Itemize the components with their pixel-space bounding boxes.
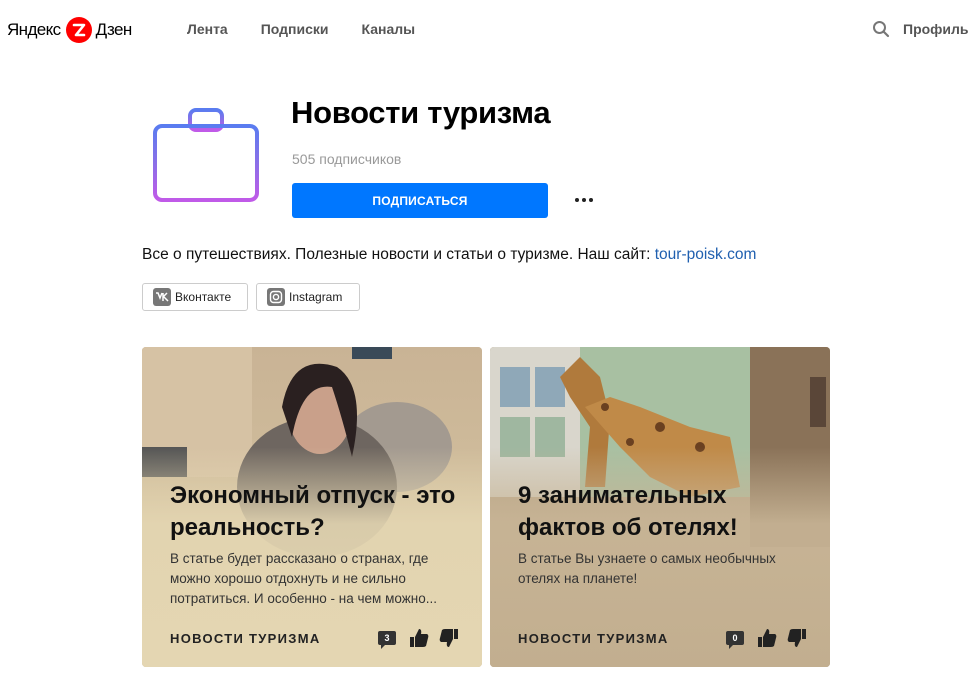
- logo-dzen-text: Дзен: [95, 20, 133, 39]
- comments-icon[interactable]: 3: [378, 631, 396, 649]
- nav-item-channels[interactable]: Каналы: [362, 21, 416, 37]
- dislike-icon[interactable]: [786, 627, 808, 649]
- briefcase-icon: [149, 106, 263, 206]
- vk-label: Вконтакте: [175, 290, 232, 304]
- instagram-icon: [267, 288, 285, 306]
- article-title: Экономный отпуск - это реальность?: [170, 482, 456, 541]
- logo-yandex-text: Яндекс: [7, 20, 61, 39]
- article-snippet: В статье Вы узнаете о самых необычных от…: [518, 551, 776, 586]
- article-card[interactable]: Экономный отпуск - это реальность? В ста…: [142, 347, 482, 667]
- subscribe-button[interactable]: ПОДПИСАТЬСЯ: [292, 183, 548, 218]
- like-icon[interactable]: [756, 627, 778, 649]
- more-options-icon[interactable]: [572, 190, 596, 210]
- vk-button[interactable]: Вконтакте: [142, 283, 248, 311]
- profile-link[interactable]: Профиль: [903, 21, 969, 37]
- website-link[interactable]: tour-poisk.com: [655, 246, 757, 263]
- instagram-button[interactable]: Instagram: [256, 283, 360, 311]
- article-snippet: В статье будет рассказано о странах, где…: [170, 551, 437, 606]
- article-actions: 3: [378, 627, 460, 649]
- dot: [582, 198, 586, 202]
- nav-item-subscriptions[interactable]: Подписки: [261, 21, 329, 37]
- article-source: НОВОСТИ ТУРИЗМА: [518, 631, 669, 646]
- article-actions: 0: [726, 627, 808, 649]
- description-text: Все о путешествиях. Полезные новости и с…: [142, 246, 655, 263]
- top-bar: Яндекс Дзен Лента Подписки Каналы Профил…: [0, 0, 974, 60]
- main-nav: Лента Подписки Каналы: [187, 21, 448, 37]
- channel-title: Новости туризма: [291, 95, 551, 130]
- yandex-zen-logo[interactable]: Яндекс Дзен: [7, 17, 132, 43]
- search-icon[interactable]: [872, 20, 890, 38]
- dot: [575, 198, 579, 202]
- comments-icon[interactable]: 0: [726, 631, 744, 649]
- article-source: НОВОСТИ ТУРИЗМА: [170, 631, 321, 646]
- instagram-label: Instagram: [289, 290, 343, 304]
- subscriber-count: 505 подписчиков: [292, 151, 402, 167]
- dislike-icon[interactable]: [438, 627, 460, 649]
- article-title: 9 занимательных фактов об отелях!: [518, 482, 738, 541]
- vk-icon: [153, 288, 171, 306]
- dot: [589, 198, 593, 202]
- like-icon[interactable]: [408, 627, 430, 649]
- zen-badge-icon: [65, 17, 92, 43]
- channel-description: Все о путешествиях. Полезные новости и с…: [142, 246, 756, 264]
- nav-item-feed[interactable]: Лента: [187, 21, 228, 37]
- article-card[interactable]: 9 занимательных фактов об отелях! В стат…: [490, 347, 830, 667]
